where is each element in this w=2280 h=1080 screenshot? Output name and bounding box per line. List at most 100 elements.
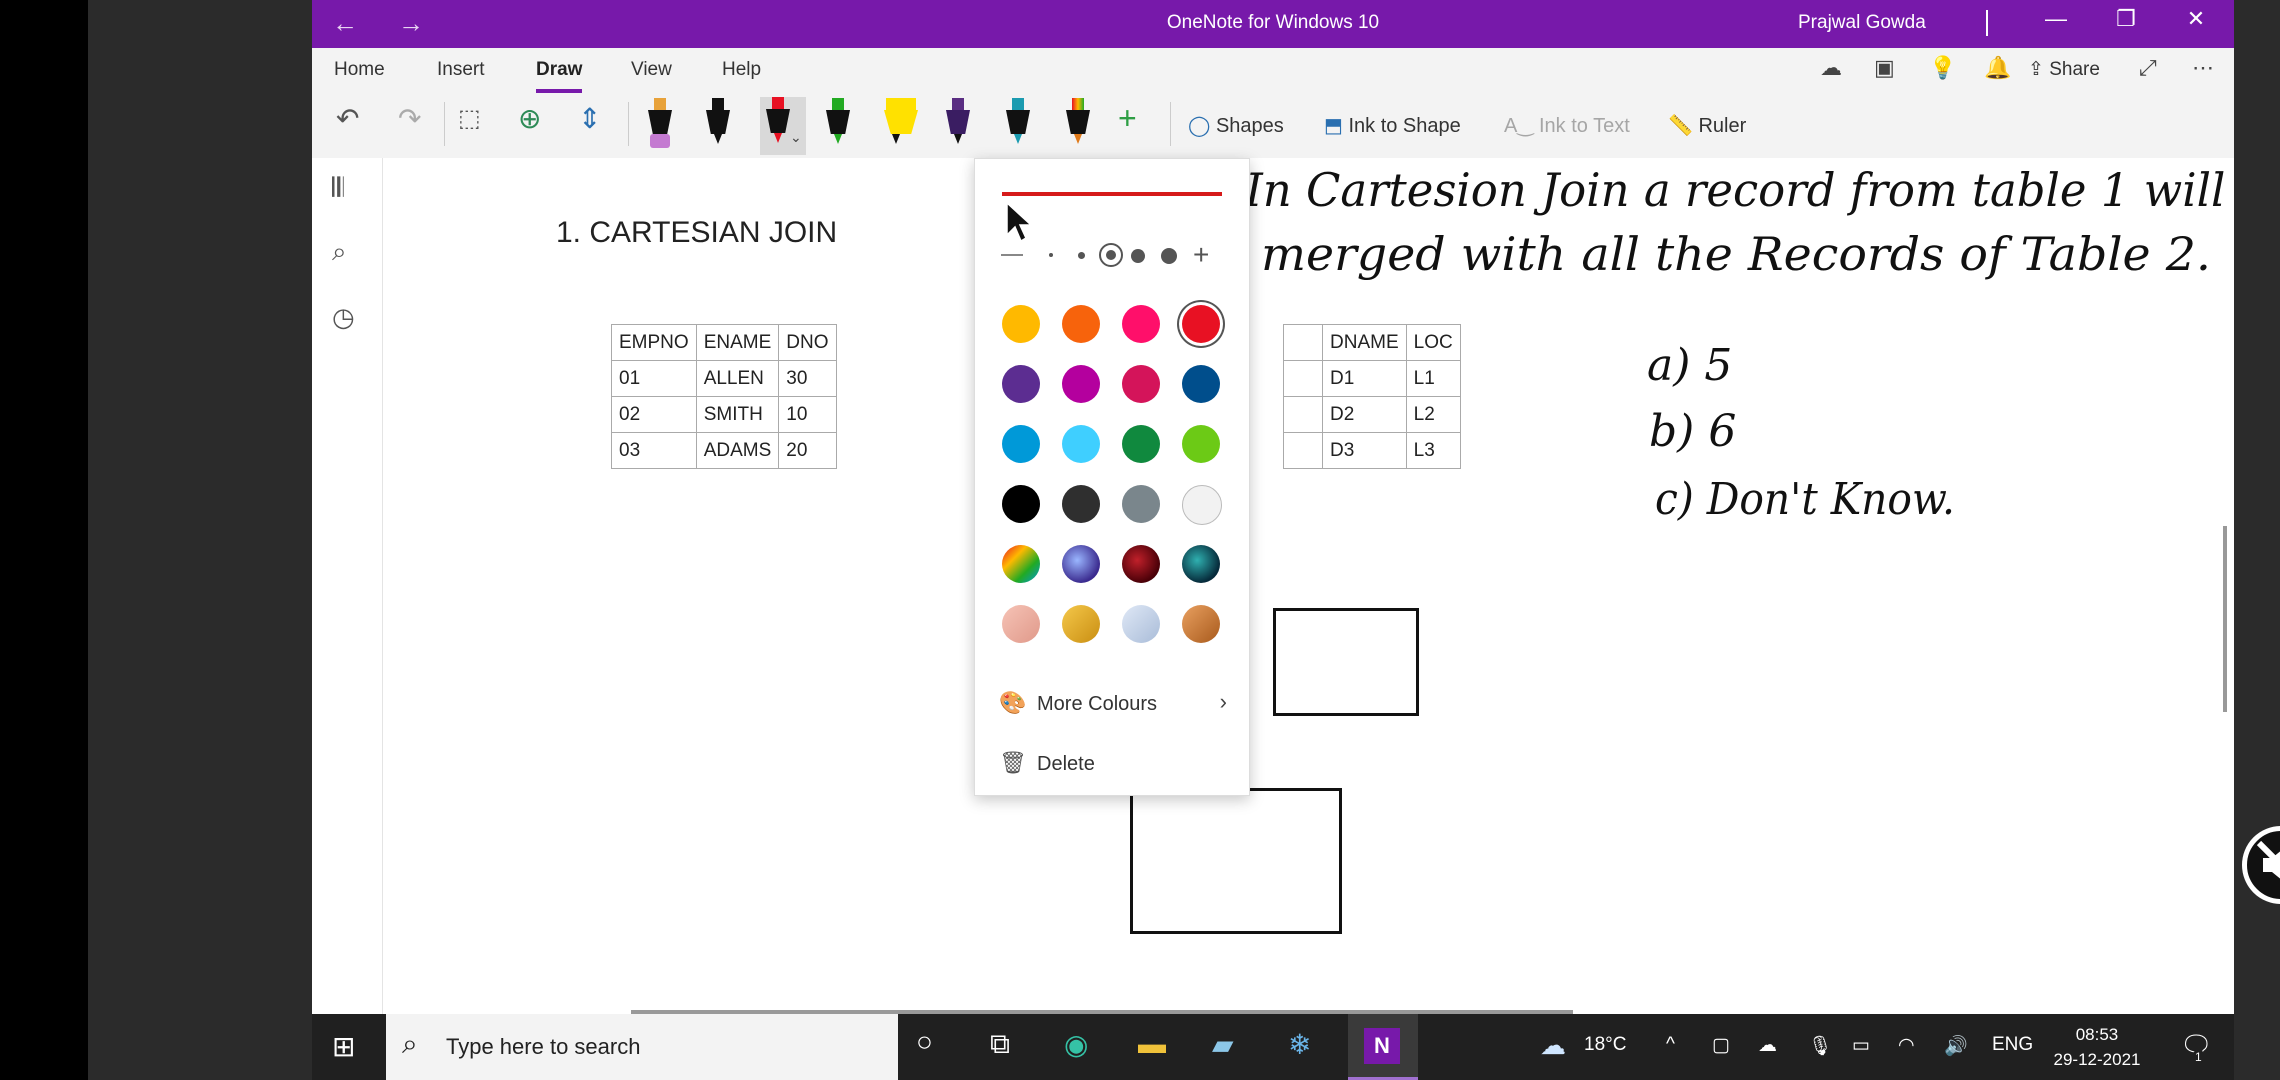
lasso-select-icon[interactable]: ⬚ <box>458 104 481 133</box>
add-size-icon[interactable]: + <box>1193 239 1209 271</box>
meet-now-icon[interactable]: ▢ <box>1712 1034 1730 1057</box>
colour-swatch[interactable] <box>1062 305 1100 343</box>
colour-swatch[interactable] <box>1182 545 1220 583</box>
highlighter-yellow-icon[interactable] <box>878 98 924 156</box>
tab-view[interactable]: View <box>631 59 672 81</box>
weather-icon[interactable]: ☁ <box>1540 1030 1566 1061</box>
redo-icon[interactable]: ↷ <box>398 102 421 135</box>
colour-swatch[interactable] <box>1182 365 1220 403</box>
trash-icon: 🗑 <box>999 750 1027 775</box>
ink-to-text-button[interactable]: A‿ Ink to Text <box>1504 113 1630 138</box>
snowflake-app-icon[interactable]: ❄ <box>1288 1028 1311 1061</box>
colour-swatch[interactable] <box>1062 365 1100 403</box>
stroke-size-thin[interactable] <box>1049 253 1053 257</box>
pen-black-icon[interactable] <box>700 98 736 156</box>
page-view-icon[interactable]: ▣ <box>1874 55 1895 81</box>
tab-home[interactable]: Home <box>334 59 385 81</box>
shape-select-icon[interactable]: ⊕ <box>518 102 541 135</box>
colour-swatch[interactable] <box>1062 605 1100 643</box>
user-name[interactable]: Prajwal Gowda <box>1798 12 1926 34</box>
search-placeholder: Type here to search <box>446 1034 641 1059</box>
colour-swatch[interactable] <box>1122 305 1160 343</box>
lightbulb-icon[interactable]: 💡 <box>1929 55 1956 81</box>
more-colours-button[interactable]: 🎨 More Colours <box>999 690 1157 716</box>
taskbar-search[interactable]: ⌕ Type here to search <box>386 1014 898 1080</box>
delete-button[interactable]: 🗑 Delete <box>999 750 1095 776</box>
undo-icon[interactable]: ↶ <box>336 102 359 135</box>
delete-label: Delete <box>1037 753 1095 775</box>
search-icon[interactable]: ⌕ <box>332 236 347 268</box>
onedrive-icon[interactable]: ☁ <box>1758 1034 1777 1057</box>
add-pen-icon[interactable]: + <box>1118 100 1137 137</box>
colour-swatch[interactable] <box>1002 305 1040 343</box>
temperature[interactable]: 18°C <box>1584 1034 1626 1056</box>
clock[interactable]: 08:53 29-12-2021 <box>2042 1022 2152 1072</box>
colour-swatch[interactable] <box>1002 545 1040 583</box>
minimize-icon[interactable]: — <box>2036 6 2076 32</box>
pen-galaxy-icon[interactable] <box>940 98 976 156</box>
colour-swatch[interactable] <box>1002 425 1040 463</box>
pen-teal-icon[interactable] <box>1000 98 1036 156</box>
add-space-icon[interactable]: ⇕ <box>578 102 601 135</box>
colour-swatch[interactable] <box>1122 485 1160 523</box>
more-options-icon[interactable]: ⋯ <box>2192 55 2214 81</box>
tab-draw[interactable]: Draw <box>536 59 583 93</box>
pen-rainbow-icon[interactable] <box>1060 98 1096 156</box>
colour-swatch[interactable] <box>1002 605 1040 643</box>
tab-insert[interactable]: Insert <box>437 59 485 81</box>
highlighter-pink-icon[interactable] <box>642 98 678 156</box>
colour-swatch[interactable] <box>1182 305 1220 343</box>
volume-icon[interactable]: 🔊 <box>1944 1034 1968 1058</box>
stroke-size-selected[interactable] <box>1099 243 1123 267</box>
ruler-button[interactable]: 📏 Ruler <box>1668 113 1746 138</box>
page-canvas[interactable]: 1. CARTESIAN JOIN EMPNO ENAME DNO 01 ALLEN 3… <box>383 158 2234 1014</box>
colour-swatch[interactable] <box>1122 365 1160 403</box>
colour-swatch[interactable] <box>1182 485 1222 525</box>
onenote-window: ← → OneNote for Windows 10 Prajwal Gowda… <box>312 0 2234 1014</box>
tab-help[interactable]: Help <box>722 59 761 81</box>
notepad-icon[interactable]: ▰ <box>1212 1028 1234 1061</box>
bell-icon[interactable]: 🔔 <box>1984 55 2011 81</box>
cortana-icon[interactable]: ○ <box>916 1026 933 1058</box>
colour-swatch[interactable] <box>1182 605 1220 643</box>
colour-swatch[interactable] <box>1122 605 1160 643</box>
mute-overlay-button[interactable] <box>2242 826 2280 904</box>
recent-icon[interactable]: ◷ <box>332 302 355 333</box>
fullscreen-icon[interactable]: ⤢ <box>2139 55 2157 81</box>
onenote-taskbar-button[interactable]: N <box>1348 1014 1418 1080</box>
close-icon[interactable]: ✕ <box>2176 6 2216 32</box>
share-button[interactable]: ⇪ Share <box>2028 58 2100 81</box>
ink-to-shape-button[interactable]: ⬒ Ink to Shape <box>1324 113 1461 138</box>
file-explorer-icon[interactable]: ▬ <box>1138 1028 1166 1060</box>
divider <box>444 102 445 146</box>
vertical-scrollbar[interactable] <box>2223 526 2227 712</box>
pen-red-icon[interactable]: ⌄ <box>760 97 806 155</box>
colour-swatch[interactable] <box>1122 545 1160 583</box>
windows-start-icon[interactable]: ⊞ <box>332 1030 355 1063</box>
input-language[interactable]: ENG <box>1992 1034 2033 1056</box>
wifi-icon[interactable]: ◠ <box>1898 1034 1915 1057</box>
shapes-button[interactable]: ◯ Shapes <box>1188 113 1284 138</box>
edge-browser-icon[interactable]: ◉ <box>1064 1028 1088 1061</box>
colour-swatch[interactable] <box>1062 485 1100 523</box>
pen-green-icon[interactable] <box>820 98 856 156</box>
battery-icon[interactable]: ▭ <box>1852 1034 1870 1057</box>
colour-swatch[interactable] <box>1182 425 1220 463</box>
colour-swatch[interactable] <box>1002 485 1040 523</box>
stroke-size-medium[interactable] <box>1078 252 1085 259</box>
colour-swatch[interactable] <box>1062 545 1100 583</box>
notebooks-icon[interactable]: 𝄃𝄃 <box>332 172 344 204</box>
colour-swatch[interactable] <box>1122 425 1160 463</box>
stroke-size-thick[interactable] <box>1131 249 1145 263</box>
stroke-size-thinnest[interactable] <box>1001 254 1023 256</box>
colour-swatch[interactable] <box>1062 425 1100 463</box>
stroke-size-thickest[interactable] <box>1161 248 1177 264</box>
colour-swatch[interactable] <box>1002 365 1040 403</box>
restore-icon[interactable]: ❐ <box>2106 6 2146 32</box>
task-view-icon[interactable]: ⧉ <box>990 1028 1010 1061</box>
microphone-icon[interactable]: 🎙 <box>1808 1034 1832 1058</box>
navigation-bar: 𝄃𝄃 ⌕ ◷ <box>312 158 383 1014</box>
ink-option-a: a) 5 <box>1647 340 1732 391</box>
sync-icon[interactable]: ☁ <box>1820 55 1842 81</box>
show-hidden-icons[interactable]: ^ <box>1666 1034 1675 1056</box>
